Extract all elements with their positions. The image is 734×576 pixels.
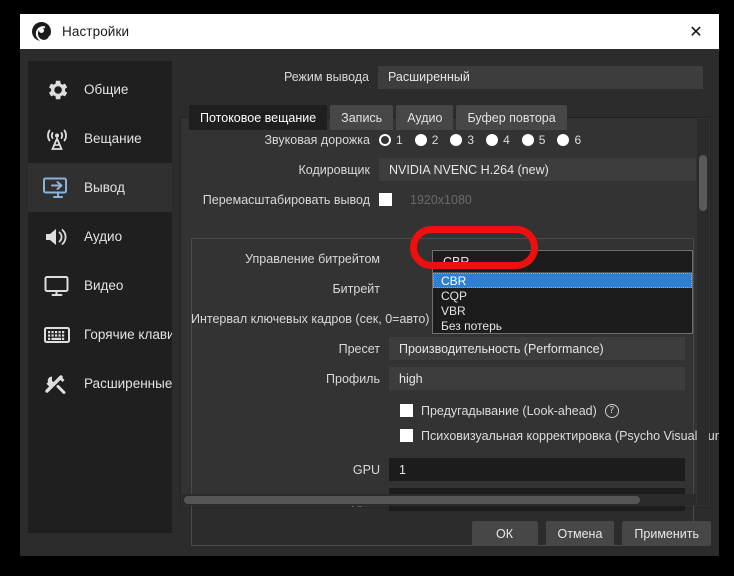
window-title: Настройки bbox=[62, 24, 130, 39]
monitor-icon bbox=[42, 273, 72, 299]
encoder-combo[interactable]: NVIDIA NVENC H.264 (new) bbox=[379, 158, 696, 181]
speaker-icon bbox=[42, 224, 72, 250]
radio-indicator bbox=[486, 133, 499, 146]
tab-recording[interactable]: Запись bbox=[330, 105, 394, 130]
sidebar-item-label: Общие bbox=[84, 82, 129, 97]
rate-control-current-value[interactable]: CBR bbox=[433, 251, 692, 273]
audio-track-radio-1[interactable]: 1 bbox=[379, 133, 403, 147]
output-icon bbox=[42, 175, 72, 201]
rescale-row: Перемасштабировать вывод 1920x1080 bbox=[181, 186, 696, 213]
rate-control-option-cbr[interactable]: CBR bbox=[433, 273, 692, 288]
sidebar-item-video[interactable]: Видео bbox=[28, 261, 172, 310]
sidebar-item-general[interactable]: Общие bbox=[28, 65, 172, 114]
encoder-row: Кодировщик NVIDIA NVENC H.264 (new) bbox=[181, 156, 696, 183]
settings-sidebar: Общие Вещание Вывод Аудио Видео Горячие … bbox=[28, 61, 172, 533]
lookahead-row: Предугадывание (Look-ahead) ? bbox=[191, 398, 685, 423]
gpu-label: GPU bbox=[352, 462, 380, 477]
profile-combo[interactable]: high bbox=[389, 367, 685, 390]
sidebar-item-broadcast[interactable]: Вещание bbox=[28, 114, 172, 163]
audio-track-radio-group: 1 2 3 4 5 6 bbox=[379, 133, 696, 147]
settings-window: Настройки ✕ Общие Вещание Вывод Аудио Ви… bbox=[20, 14, 719, 556]
gpu-input[interactable]: 1 bbox=[389, 458, 685, 481]
sidebar-item-label: Видео bbox=[84, 278, 124, 293]
radio-indicator bbox=[557, 133, 570, 146]
gpu-row: GPU 1 bbox=[191, 456, 685, 483]
rescale-checkbox[interactable] bbox=[379, 193, 392, 206]
rate-control-option-cqp[interactable]: CQP bbox=[433, 288, 692, 303]
output-mode-label: Режим вывода bbox=[283, 70, 369, 84]
cancel-button[interactable]: Отмена bbox=[545, 521, 615, 546]
audio-track-radio-4[interactable]: 4 bbox=[486, 133, 510, 147]
rate-control-dropdown[interactable]: CBR CBR CQP VBR Без потерь bbox=[432, 250, 693, 334]
apply-button[interactable]: Применить bbox=[622, 521, 711, 546]
tab-audio[interactable]: Аудио bbox=[396, 105, 454, 130]
window-body: Общие Вещание Вывод Аудио Видео Горячие … bbox=[20, 49, 719, 556]
psycho-visual-checkbox[interactable] bbox=[400, 429, 413, 442]
streaming-tab-panel: Звуковая дорожка 1 2 3 4 5 6 Кодировщик … bbox=[180, 117, 719, 546]
audio-track-row: Звуковая дорожка 1 2 3 4 5 6 bbox=[181, 126, 696, 153]
profile-row: Профиль high bbox=[191, 365, 685, 392]
ok-button[interactable]: ОК bbox=[471, 521, 538, 546]
rescale-controls: 1920x1080 bbox=[379, 188, 696, 211]
output-mode-combo[interactable]: Расширенный bbox=[378, 65, 703, 89]
vertical-scrollbar-thumb[interactable] bbox=[699, 155, 707, 211]
sidebar-item-label: Горячие клавиши bbox=[84, 327, 172, 342]
sidebar-item-label: Расширенные bbox=[84, 376, 172, 391]
sidebar-item-hotkeys[interactable]: Горячие клавиши bbox=[28, 310, 172, 359]
profile-label: Профиль bbox=[326, 371, 380, 386]
tab-replay-buffer[interactable]: Буфер повтора bbox=[456, 105, 567, 130]
rate-control-option-lossless[interactable]: Без потерь bbox=[433, 318, 692, 333]
sidebar-item-label: Вещание bbox=[84, 131, 142, 146]
radio-indicator bbox=[521, 133, 534, 146]
obs-logo-icon bbox=[32, 22, 51, 41]
psycho-visual-row: Психовизуальная корректировка (Psycho Vi… bbox=[191, 423, 719, 448]
sidebar-item-audio[interactable]: Аудио bbox=[28, 212, 172, 261]
radio-indicator bbox=[414, 133, 427, 146]
tools-icon bbox=[42, 371, 72, 397]
lookahead-label: Предугадывание (Look-ahead) bbox=[421, 403, 597, 418]
streaming-form: Звуковая дорожка 1 2 3 4 5 6 Кодировщик … bbox=[181, 126, 696, 216]
question-mark-icon[interactable]: ? bbox=[604, 403, 619, 418]
bitrate-label: Битрейт bbox=[332, 281, 380, 296]
sidebar-item-label: Аудио bbox=[84, 229, 123, 244]
radio-indicator bbox=[379, 133, 391, 146]
encoder-label: Кодировщик bbox=[298, 162, 370, 177]
encoder-settings-form: Управление битрейтом Битрейт Интервал кл… bbox=[191, 245, 719, 516]
sidebar-item-output[interactable]: Вывод bbox=[28, 163, 172, 212]
audio-track-radio-2[interactable]: 2 bbox=[414, 133, 438, 147]
dialog-buttons: ОК Отмена Применить bbox=[471, 521, 711, 546]
sidebar-item-advanced[interactable]: Расширенные bbox=[28, 359, 172, 408]
gear-icon bbox=[42, 77, 72, 103]
rate-control-label: Управление битрейтом bbox=[245, 251, 380, 266]
audio-track-radio-6[interactable]: 6 bbox=[557, 133, 581, 147]
lookahead-checkbox[interactable] bbox=[400, 404, 413, 417]
rescale-label: Перемасштабировать вывод bbox=[202, 192, 370, 207]
preset-row: Пресет Производительность (Performance) bbox=[191, 335, 685, 362]
preset-combo[interactable]: Производительность (Performance) bbox=[389, 337, 685, 360]
settings-pane: Режим вывода Расширенный Потоковое вещан… bbox=[180, 61, 719, 556]
screenshot-root: Настройки ✕ Общие Вещание Вывод Аудио Ви… bbox=[0, 0, 734, 576]
tab-streaming[interactable]: Потоковое вещание bbox=[189, 105, 328, 130]
rescale-resolution-combo: 1920x1080 bbox=[400, 188, 696, 211]
audio-track-radio-5[interactable]: 5 bbox=[521, 133, 545, 147]
title-bar: Настройки ✕ bbox=[20, 14, 719, 49]
sidebar-item-label: Вывод bbox=[84, 180, 125, 195]
output-mode-row: Режим вывода Расширенный bbox=[180, 65, 703, 89]
audio-track-radio-3[interactable]: 3 bbox=[450, 133, 474, 147]
vertical-scrollbar[interactable] bbox=[697, 119, 709, 506]
audio-track-label: Звуковая дорожка bbox=[264, 132, 371, 147]
broadcast-icon bbox=[42, 126, 72, 152]
rate-control-option-vbr[interactable]: VBR bbox=[433, 303, 692, 318]
horizontal-scrollbar[interactable] bbox=[182, 494, 696, 506]
radio-indicator bbox=[450, 133, 463, 146]
keyframe-interval-label: Интервал ключевых кадров (сек, 0=авто) bbox=[191, 311, 430, 326]
horizontal-scrollbar-thumb[interactable] bbox=[184, 496, 640, 504]
output-tabs: Потоковое вещание Запись Аудио Буфер пов… bbox=[189, 105, 567, 130]
keyboard-icon bbox=[42, 322, 72, 348]
psycho-visual-label: Психовизуальная корректировка (Psycho Vi… bbox=[421, 428, 719, 443]
preset-label: Пресет bbox=[338, 341, 380, 356]
close-icon[interactable]: ✕ bbox=[673, 14, 719, 49]
